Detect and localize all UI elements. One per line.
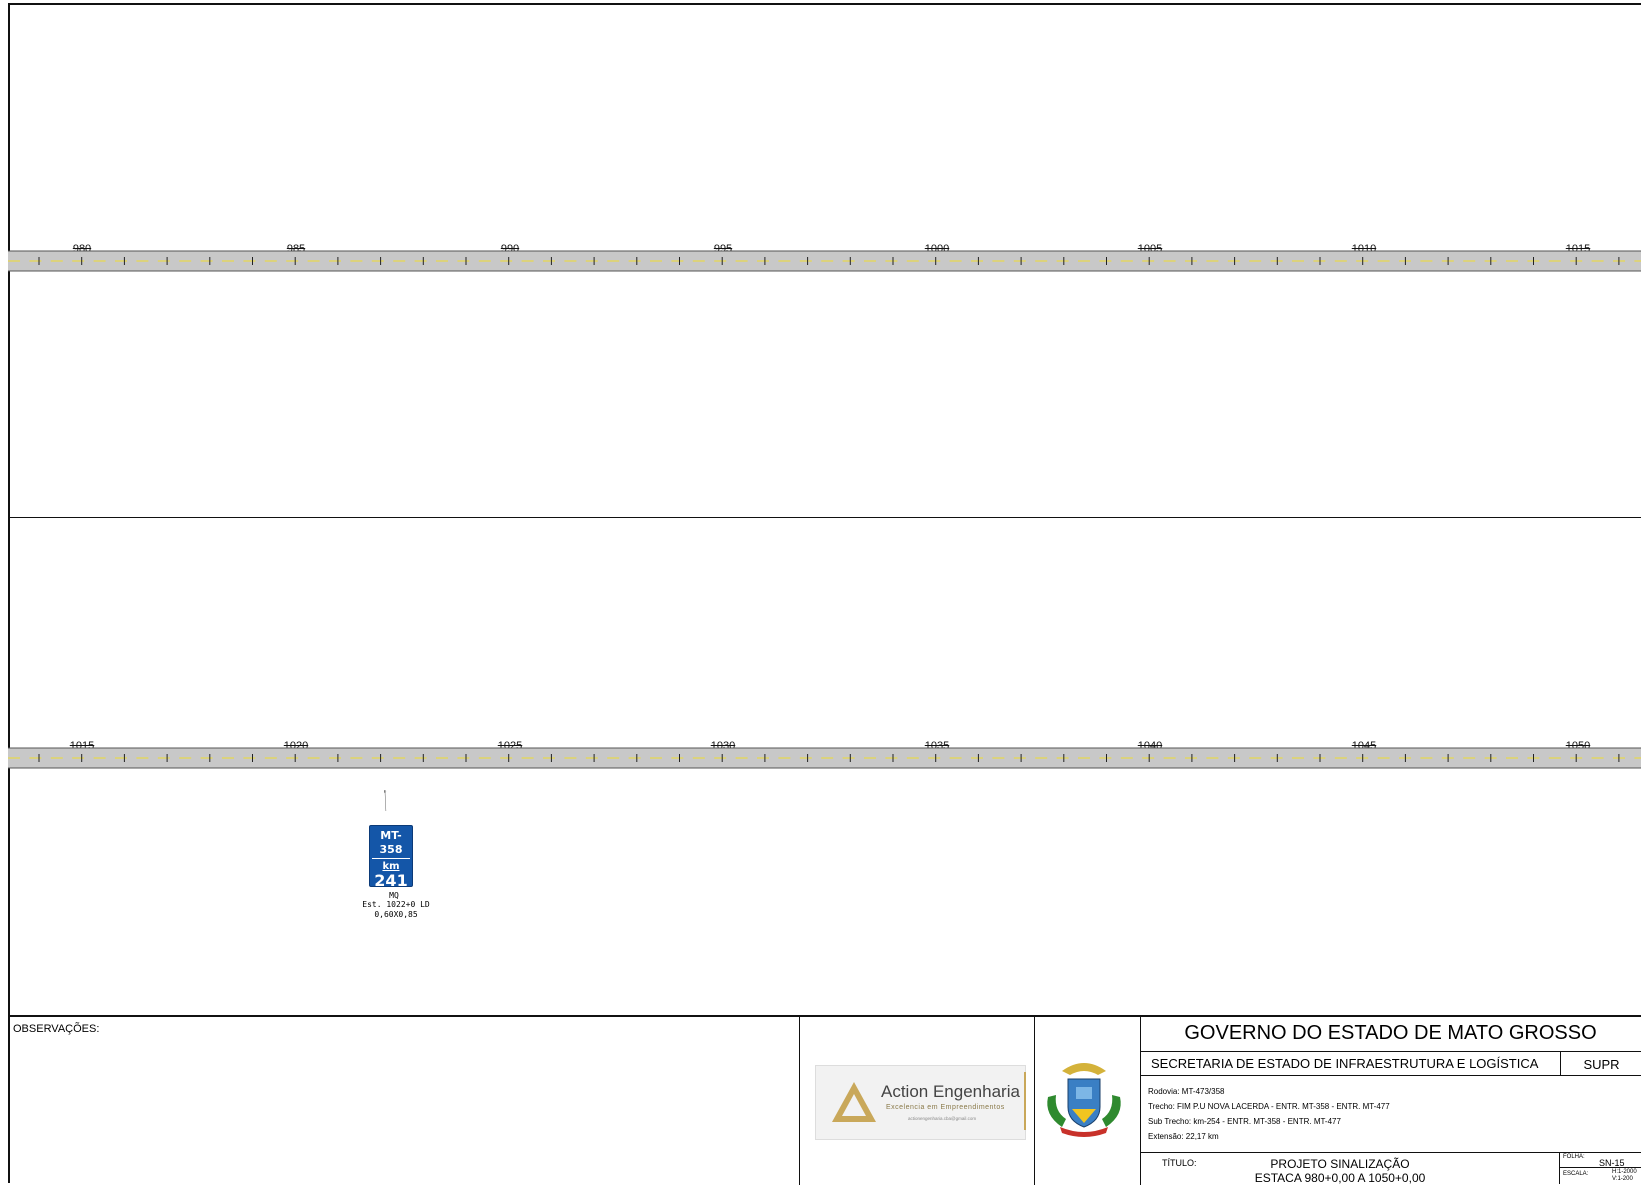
- sheet-row: FOLHA: SN-15: [1560, 1153, 1641, 1168]
- info-sub-trecho: Sub Trecho: km-254 - ENTR. MT-358 - ENTR…: [1148, 1117, 1341, 1126]
- sign-code: MQ: [389, 891, 399, 900]
- sign-km-value: 241: [374, 871, 408, 890]
- drawing-title: PROJETO SINALIZAÇÃO ESTACA 980+0,00 A 10…: [1180, 1157, 1500, 1185]
- company-triangle-icon: [832, 1082, 876, 1122]
- company-email: actionengenharia.cba@gmail.com: [908, 1116, 977, 1121]
- scale-label: ESCALA:: [1563, 1171, 1589, 1177]
- sheet-label: FOLHA:: [1563, 1154, 1585, 1160]
- secretariat-row: SECRETARIA DE ESTADO DE INFRAESTRUTURA E…: [1140, 1051, 1641, 1076]
- sign-post-icon: [384, 790, 387, 812]
- road-strip-bottom: [8, 746, 1641, 770]
- sign-size: 0,60X0,85: [374, 910, 418, 919]
- info-rodovia: Rodovia: MT-473/358: [1148, 1087, 1225, 1096]
- government-title: GOVERNO DO ESTADO DE MATO GROSSO: [1184, 1022, 1597, 1044]
- coat-of-arms-icon: [1047, 1063, 1121, 1137]
- scale-vertical: V:1-200: [1612, 1176, 1633, 1182]
- info-trecho: Trecho: FIM P.U NOVA LACERDA - ENTR. MT-…: [1148, 1102, 1390, 1111]
- drawing-title-line1: PROJETO SINALIZAÇÃO: [1270, 1157, 1410, 1171]
- title-row: TÍTULO: PROJETO SINALIZAÇÃO ESTACA 980+0…: [1140, 1152, 1641, 1185]
- km-marker-sign: MT-358 km 241: [369, 825, 413, 890]
- sheet-value: SN-15: [1599, 1158, 1625, 1168]
- company-logo: Action Engenharia Excelencia em Empreend…: [815, 1065, 1026, 1140]
- sign-highway: MT-358: [379, 829, 403, 856]
- secretariat-name: SECRETARIA DE ESTADO DE INFRAESTRUTURA E…: [1151, 1056, 1539, 1071]
- logo-accent-bar: [1024, 1072, 1026, 1130]
- info-extensao: Extensão: 22,17 km: [1148, 1132, 1219, 1141]
- drawing-frame: [8, 3, 1641, 1183]
- sign-divider-line: [372, 858, 410, 859]
- company-name: Action Engenharia: [881, 1082, 1020, 1101]
- scale-row: ESCALA: H:1-2000 V:1-200: [1560, 1168, 1641, 1183]
- observations-label: OBSERVAÇÕES:: [13, 1023, 100, 1035]
- road-strip-top: [8, 249, 1641, 273]
- sheet-scale-box: FOLHA: SN-15 ESCALA: H:1-2000 V:1-200: [1559, 1153, 1641, 1184]
- scale-horizontal: H:1-2000: [1612, 1169, 1637, 1175]
- department-code: SUPR: [1583, 1057, 1620, 1072]
- sign-station: Est. 1022+0 LD: [362, 900, 430, 909]
- department-cell: SUPR: [1560, 1052, 1641, 1075]
- company-slogan: Excelencia em Empreendimentos: [886, 1104, 1005, 1111]
- section-divider: [8, 517, 1641, 518]
